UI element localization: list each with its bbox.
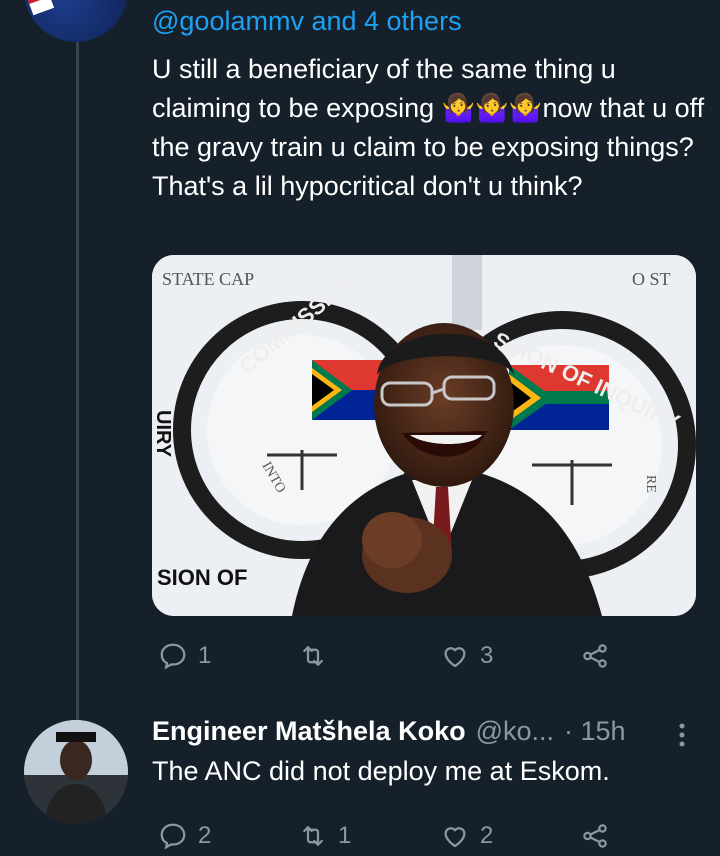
share-icon: [583, 824, 607, 848]
retweet-button[interactable]: [298, 636, 338, 676]
photo-illustration: STATE CAP O ST COMMISSION O SSION OF INQ…: [152, 255, 696, 616]
avatar[interactable]: [24, 0, 128, 42]
reply-icon: [160, 823, 186, 850]
heart-icon: [444, 827, 466, 848]
retweet-icon: [303, 826, 323, 846]
banner-text: RE: [643, 475, 658, 493]
banner-text: UIRY: [152, 410, 174, 458]
reply-tweet[interactable]: Engineer Matšhela Koko @ko... · 15h The …: [0, 716, 720, 850]
reply-actions: 2 1 2: [152, 816, 632, 850]
retweet-icon: [303, 646, 323, 666]
reply-button[interactable]: 1: [158, 636, 211, 676]
share-icon: [583, 644, 607, 668]
like-button[interactable]: 2: [440, 816, 493, 856]
reply-text: The ANC did not deploy me at Eskom.: [152, 756, 610, 786]
author-line: Engineer Matšhela Koko @ko... · 15h: [152, 716, 626, 747]
more-options-icon[interactable]: [672, 720, 692, 750]
like-count: 2: [480, 822, 494, 849]
replying-to-label[interactable]: @goolammv and 4 others: [152, 6, 462, 37]
retweet-count: 1: [338, 822, 352, 849]
avatar[interactable]: [24, 720, 128, 824]
author-handle[interactable]: @ko...: [476, 716, 554, 747]
tweet-image[interactable]: STATE CAP O ST COMMISSION O SSION OF INQ…: [152, 255, 696, 616]
author-name[interactable]: Engineer Matšhela Koko: [152, 716, 466, 747]
banner-text: O ST: [632, 269, 671, 289]
reply-icon: [160, 643, 186, 670]
banner-text: SION OF: [157, 565, 247, 590]
banner-text: STATE CAP: [162, 269, 254, 289]
avatar-photo: [24, 720, 128, 824]
like-button[interactable]: 3: [440, 636, 493, 676]
thread-line: [76, 38, 79, 720]
flag-pin-icon: [27, 0, 55, 16]
timestamp[interactable]: · 15h: [564, 716, 626, 747]
tweet-actions: 1 3: [152, 636, 632, 676]
share-button[interactable]: [580, 636, 610, 676]
reply-button[interactable]: 2: [158, 816, 211, 856]
retweet-button[interactable]: 1: [298, 816, 351, 856]
tweet-text: U still a beneficiary of the same thing …: [152, 54, 712, 201]
reply-count: 2: [198, 822, 212, 849]
reply-count: 1: [198, 642, 212, 669]
like-count: 3: [480, 642, 494, 669]
share-button[interactable]: [580, 816, 610, 856]
heart-icon: [444, 647, 466, 668]
